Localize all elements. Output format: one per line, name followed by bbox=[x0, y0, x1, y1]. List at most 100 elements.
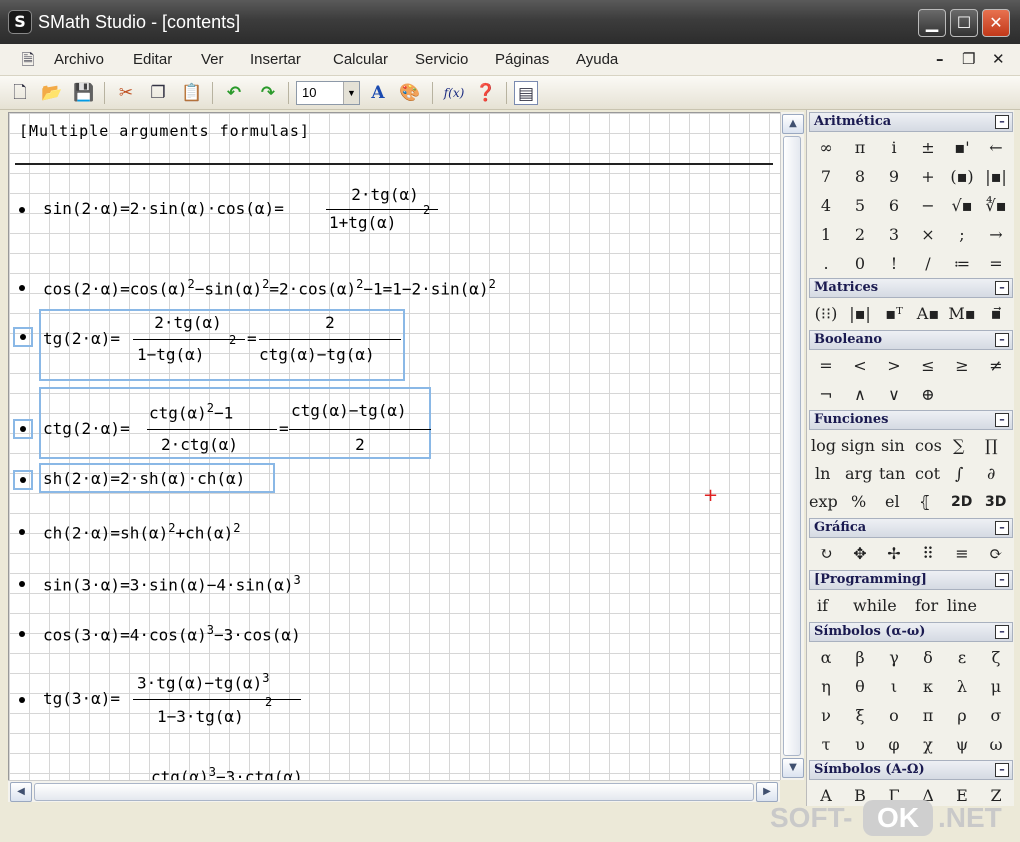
graf-symbol-button[interactable]: ≡ bbox=[945, 540, 979, 568]
color-icon[interactable]: 🎨 bbox=[398, 81, 422, 105]
graf-symbol-button[interactable]: ⟳ bbox=[979, 540, 1013, 568]
scroll-right-icon[interactable]: ▶ bbox=[756, 782, 778, 802]
panel-header-simbolos[interactable]: Símbolos (α-ω) – bbox=[809, 622, 1013, 642]
func-exp-button[interactable]: exp bbox=[809, 488, 838, 516]
collapse-icon[interactable]: – bbox=[995, 763, 1009, 777]
collapse-icon[interactable]: – bbox=[995, 573, 1009, 587]
simb-symbol-button[interactable]: ν bbox=[809, 702, 843, 730]
menu-calcular[interactable]: Calcular bbox=[333, 51, 388, 68]
arit-symbol-button[interactable]: 3 bbox=[877, 221, 911, 249]
graf-symbol-button[interactable]: ⠿ bbox=[911, 540, 945, 568]
formula-sin2a[interactable]: sin(2·α)=2·sin(α)·cos(α)= 2·tg(α) 1+tg(α… bbox=[43, 185, 438, 232]
brace-icon[interactable]: ⦃ bbox=[919, 488, 931, 516]
arit-symbol-button[interactable]: √▪ bbox=[945, 192, 979, 220]
help-icon[interactable]: ❓ bbox=[474, 81, 498, 105]
formula-ctg3a-partial[interactable]: ctg(α)3−3·ctg(α) bbox=[151, 765, 303, 780]
matr-symbol-button[interactable]: (⁝⁝) bbox=[809, 300, 843, 328]
arit-symbol-button[interactable]: ± bbox=[911, 134, 945, 162]
menu-paginas[interactable]: Páginas bbox=[495, 51, 549, 68]
bool-symbol-button[interactable]: ¬ bbox=[809, 381, 843, 409]
collapse-icon[interactable]: – bbox=[995, 625, 1009, 639]
matr-symbol-button[interactable]: ▪⃗ bbox=[979, 300, 1013, 328]
panel-header-matrices[interactable]: Matrices – bbox=[809, 278, 1013, 298]
simb-symbol-button[interactable]: λ bbox=[945, 673, 979, 701]
arit-symbol-button[interactable]: i bbox=[877, 134, 911, 162]
product-icon[interactable]: ∏ bbox=[985, 432, 998, 460]
close-button[interactable]: ✕ bbox=[982, 9, 1010, 37]
vertical-scrollbar[interactable]: ▲ ▼ bbox=[780, 112, 804, 780]
open-icon[interactable]: 📂 bbox=[40, 81, 64, 105]
menu-insertar[interactable]: Insertar bbox=[250, 51, 301, 68]
derivative-icon[interactable]: ∂ bbox=[987, 460, 995, 488]
arit-symbol-button[interactable]: × bbox=[911, 221, 945, 249]
simb-symbol-button[interactable]: υ bbox=[843, 731, 877, 759]
simb-symbol-button[interactable]: ρ bbox=[945, 702, 979, 730]
formula-tg2a[interactable]: tg(2·α)= 2·tg(α) 1−tg(α) 2 = 2 ctg(α)−tg… bbox=[43, 313, 401, 364]
font-size-select[interactable]: 10 ▼ bbox=[296, 81, 360, 105]
doc-minimize-button[interactable]: – bbox=[936, 50, 944, 68]
panel-icon[interactable]: ▤ bbox=[514, 81, 538, 105]
arit-symbol-button[interactable]: 4 bbox=[809, 192, 843, 220]
simb-symbol-button[interactable]: γ bbox=[877, 644, 911, 672]
arit-symbol-button[interactable]: − bbox=[911, 192, 945, 220]
simb-symbol-button[interactable]: κ bbox=[911, 673, 945, 701]
bool-symbol-button[interactable]: ≤ bbox=[911, 352, 945, 380]
arit-symbol-button[interactable]: 2 bbox=[843, 221, 877, 249]
arit-symbol-button[interactable]: + bbox=[911, 163, 945, 191]
scroll-left-icon[interactable]: ◀ bbox=[10, 782, 32, 802]
panel-header-funciones[interactable]: Funciones – bbox=[809, 410, 1013, 430]
prog-for-button[interactable]: for bbox=[915, 592, 938, 620]
arit-symbol-button[interactable]: = bbox=[979, 250, 1013, 278]
func-log-button[interactable]: log bbox=[811, 432, 836, 460]
arit-symbol-button[interactable]: ! bbox=[877, 250, 911, 278]
simb-symbol-button[interactable]: φ bbox=[877, 731, 911, 759]
arit-symbol-button[interactable]: 6 bbox=[877, 192, 911, 220]
bool-symbol-button[interactable]: ≥ bbox=[945, 352, 979, 380]
func-percent-button[interactable]: % bbox=[851, 488, 866, 516]
sum-icon[interactable]: ∑ bbox=[953, 432, 964, 460]
graf-symbol-button[interactable]: ✥ bbox=[843, 540, 877, 568]
arit-symbol-button[interactable]: 8 bbox=[843, 163, 877, 191]
arit-symbol-button[interactable]: ▪' bbox=[945, 134, 979, 162]
undo-icon[interactable]: ↶ bbox=[222, 81, 246, 105]
formula-cos3a[interactable]: cos(3·α)=4·cos(α)3−3·cos(α) bbox=[43, 623, 301, 644]
font-icon[interactable]: A bbox=[366, 81, 390, 105]
doc-close-button[interactable]: ✕ bbox=[992, 50, 1005, 68]
maximize-button[interactable]: ☐ bbox=[950, 9, 978, 37]
save-icon[interactable]: 💾 bbox=[72, 81, 96, 105]
arit-symbol-button[interactable]: 1 bbox=[809, 221, 843, 249]
menu-archivo[interactable]: Archivo bbox=[54, 51, 104, 68]
menu-ayuda[interactable]: Ayuda bbox=[576, 51, 618, 68]
paste-icon[interactable]: 📋 bbox=[180, 81, 204, 105]
prog-if-button[interactable]: if bbox=[817, 592, 828, 620]
bool-symbol-button[interactable]: = bbox=[809, 352, 843, 380]
func-sin-button[interactable]: sin bbox=[881, 432, 905, 460]
collapse-icon[interactable]: – bbox=[995, 521, 1009, 535]
panel-header-aritmetica[interactable]: Aritmética – bbox=[809, 112, 1013, 132]
menu-ver[interactable]: Ver bbox=[201, 51, 224, 68]
panel-header-programming[interactable]: [Programming] – bbox=[809, 570, 1013, 590]
bool-symbol-button[interactable]: ∧ bbox=[843, 381, 877, 409]
collapse-icon[interactable]: – bbox=[995, 413, 1009, 427]
simb-symbol-button[interactable]: β bbox=[843, 644, 877, 672]
simb-symbol-button[interactable]: α bbox=[809, 644, 843, 672]
func-arg-button[interactable]: arg bbox=[845, 460, 872, 488]
scroll-up-icon[interactable]: ▲ bbox=[782, 114, 804, 134]
arit-symbol-button[interactable]: |▪| bbox=[979, 163, 1013, 191]
matr-symbol-button[interactable]: ▪ᵀ bbox=[877, 300, 911, 328]
panel-header-simbolos-upper[interactable]: Símbolos (A-Ω) – bbox=[809, 760, 1013, 780]
plot-2d-button[interactable]: 2D bbox=[951, 488, 972, 516]
bool-symbol-button[interactable]: ⊕ bbox=[911, 381, 945, 409]
simb-symbol-button[interactable]: θ bbox=[843, 673, 877, 701]
simb-symbol-button[interactable]: δ bbox=[911, 644, 945, 672]
formula-cos2a[interactable]: cos(2·α)=cos(α)2−sin(α)2=2·cos(α)2−1=1−2… bbox=[43, 277, 496, 298]
simb-symbol-button[interactable]: τ bbox=[809, 731, 843, 759]
simb-symbol-button[interactable]: π bbox=[911, 702, 945, 730]
arit-symbol-button[interactable]: 0 bbox=[843, 250, 877, 278]
arit-symbol-button[interactable]: . bbox=[809, 250, 843, 278]
formula-sh2a[interactable]: sh(2·α)=2·sh(α)·ch(α) bbox=[43, 469, 245, 488]
graf-symbol-button[interactable]: ✢ bbox=[877, 540, 911, 568]
arit-symbol-button[interactable]: π bbox=[843, 134, 877, 162]
horizontal-scroll-thumb[interactable] bbox=[34, 783, 754, 801]
formula-tg3a[interactable]: tg(3·α)= 3·tg(α)−tg(α)3 1−3·tg(α) 2 bbox=[43, 671, 301, 726]
